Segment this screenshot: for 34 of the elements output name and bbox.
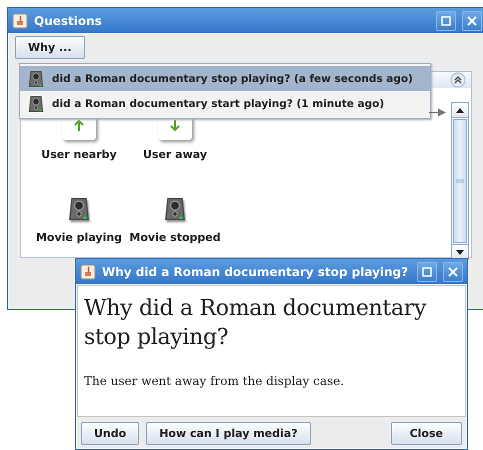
grip-icon: [456, 178, 464, 184]
close-button[interactable]: Close: [390, 422, 462, 445]
body-text: The user went away from the display case.: [84, 374, 346, 388]
maximize-button[interactable]: [417, 262, 437, 282]
window-title: Why did a Roman documentary stop playing?: [102, 264, 410, 278]
close-button[interactable]: [443, 262, 463, 282]
speaker-icon: [28, 68, 44, 88]
speaker-icon: [68, 195, 90, 223]
speaker-icon: [28, 94, 44, 114]
item-label: User away: [142, 148, 208, 161]
app-icon: [12, 12, 28, 28]
close-button[interactable]: [462, 10, 482, 30]
window-title: Questions: [34, 14, 103, 28]
app-icon: [80, 264, 96, 280]
scrollbar[interactable]: [451, 102, 469, 260]
item-label: Movie stopped: [129, 231, 221, 244]
maximize-button[interactable]: [436, 10, 456, 30]
arrow-icon: [429, 108, 446, 117]
menu-item[interactable]: did a Roman documentary stop playing? (a few seconds ago): [20, 66, 430, 91]
item-label: Movie playing: [36, 231, 122, 244]
speaker-icon: [164, 195, 186, 223]
scroll-down-icon[interactable]: [456, 250, 464, 254]
collapse-icon[interactable]: [450, 72, 466, 88]
menu-item[interactable]: did a Roman documentary start playing? (1 minute ago): [20, 91, 430, 116]
scroll-up-icon[interactable]: [456, 108, 464, 112]
close-icon: [447, 266, 459, 278]
close-icon: [466, 14, 478, 26]
dialog-button[interactable]: How can I play media?: [146, 422, 311, 445]
heading: Why did a Roman documentary stop playing?: [84, 295, 428, 352]
why-button[interactable]: Why ...: [15, 36, 85, 59]
item-label: User nearby: [41, 148, 117, 161]
dialog-button[interactable]: Undo: [81, 422, 140, 445]
maximize-icon: [421, 266, 433, 278]
maximize-icon: [440, 14, 452, 26]
